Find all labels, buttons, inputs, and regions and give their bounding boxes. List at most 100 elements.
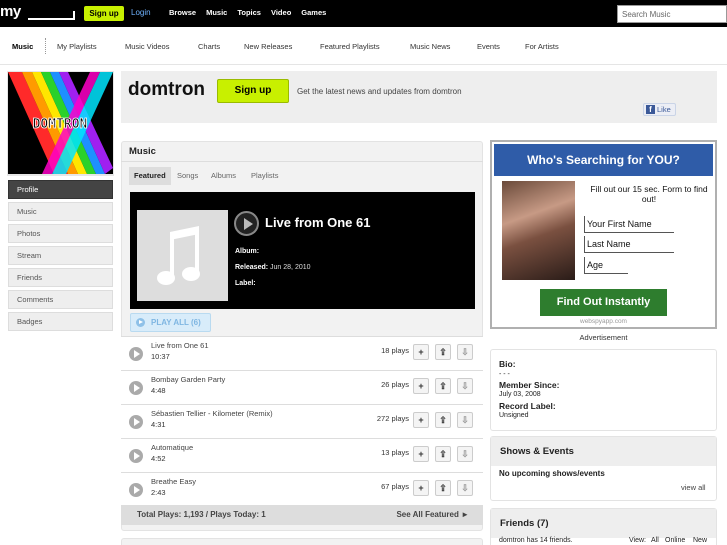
friends-view-new[interactable]: New — [693, 537, 707, 544]
logo-underline — [28, 18, 74, 20]
friends-title: Friends (7) — [491, 509, 716, 538]
add-to-playlist-icon[interactable]: + — [413, 344, 429, 360]
login-link[interactable]: Login — [131, 8, 151, 17]
like-label: Like — [657, 105, 671, 114]
ad-url: webspyapp.com — [580, 318, 627, 325]
friends-view-online[interactable]: Online — [665, 537, 685, 544]
download-icon[interactable]: ⇩ — [457, 480, 473, 496]
subnav-music-news[interactable]: Music News — [410, 42, 450, 51]
friends-view-all[interactable]: All — [651, 537, 659, 544]
track-title[interactable]: Sébastien Tellier - Kilometer (Remix) — [151, 409, 273, 418]
share-icon[interactable]: ⇪ — [435, 378, 451, 394]
tab-songs[interactable]: Songs — [177, 167, 198, 185]
play-icon[interactable] — [129, 483, 143, 497]
featured-record-label: Label: — [235, 280, 256, 287]
track-row[interactable]: Bombay Garden Party 4:48 26 plays + ⇪ ⇩ — [121, 370, 483, 404]
subnav-events[interactable]: Events — [477, 42, 500, 51]
track-title[interactable]: Automatique — [151, 443, 193, 452]
nav-music[interactable]: Music — [206, 8, 227, 17]
add-to-playlist-icon[interactable]: + — [413, 480, 429, 496]
download-icon[interactable]: ⇩ — [457, 378, 473, 394]
nav-browse[interactable]: Browse — [169, 8, 196, 17]
nav-topics[interactable]: Topics — [237, 8, 261, 17]
profile-image[interactable]: DOMTRON — [8, 72, 113, 174]
nav-games[interactable]: Games — [301, 8, 326, 17]
track-row[interactable]: Live from One 61 10:37 18 plays + ⇪ ⇩ — [121, 336, 483, 370]
ad-last-name-field[interactable]: Last Name — [584, 236, 674, 253]
shows-view-all-link[interactable]: view all — [681, 483, 706, 492]
side-item-profile[interactable]: Profile — [8, 180, 113, 199]
track-plays: 26 plays — [381, 380, 409, 389]
ad-headline[interactable]: Who's Searching for YOU? — [494, 144, 713, 176]
download-icon[interactable]: ⇩ — [457, 446, 473, 462]
track-title[interactable]: Live from One 61 — [151, 341, 209, 350]
tab-albums[interactable]: Albums — [211, 167, 236, 185]
side-item-stream[interactable]: Stream — [8, 246, 113, 265]
download-icon[interactable]: ⇩ — [457, 412, 473, 428]
search-input[interactable]: Search Music — [617, 5, 727, 23]
share-icon[interactable]: ⇪ — [435, 344, 451, 360]
shows-events-title: Shows & Events — [491, 437, 716, 466]
facebook-like-button[interactable]: f Like — [643, 103, 676, 116]
add-to-playlist-icon[interactable]: + — [413, 446, 429, 462]
ad-first-name-field[interactable]: Your First Name — [584, 216, 674, 233]
no-shows-message: No upcoming shows/events — [499, 469, 605, 478]
top-bar: my Sign up Login Browse Music Topics Vid… — [0, 0, 727, 27]
track-duration: 2:43 — [151, 488, 166, 497]
ad-cta-button[interactable]: Find Out Instantly — [540, 289, 667, 316]
side-item-friends[interactable]: Friends — [8, 268, 113, 287]
subnav-charts[interactable]: Charts — [198, 42, 220, 51]
bio-label: Bio: — [499, 359, 516, 369]
ad-body: Fill out our 15 sec. Form to find out! — [590, 184, 708, 204]
signup-button[interactable]: Sign up — [217, 79, 289, 103]
play-icon[interactable] — [129, 347, 143, 361]
ad-photo[interactable] — [502, 181, 575, 280]
signup-button-top[interactable]: Sign up — [84, 6, 124, 21]
featured-play-icon[interactable] — [234, 211, 259, 236]
subnav-my-playlists[interactable]: My Playlists — [57, 42, 97, 51]
featured-album: Album: — [235, 248, 259, 255]
add-to-playlist-icon[interactable]: + — [413, 378, 429, 394]
side-item-badges[interactable]: Badges — [8, 312, 113, 331]
side-item-photos[interactable]: Photos — [8, 224, 113, 243]
track-plays: 18 plays — [381, 346, 409, 355]
nav-video[interactable]: Video — [271, 8, 291, 17]
track-title[interactable]: Bombay Garden Party — [151, 375, 225, 384]
share-icon[interactable]: ⇪ — [435, 480, 451, 496]
music-subnav: Music My Playlists Music Videos Charts N… — [0, 27, 727, 65]
subnav-featured-playlists[interactable]: Featured Playlists — [320, 42, 380, 51]
track-row[interactable]: Breathe Easy 2:43 67 plays + ⇪ ⇩ — [121, 472, 483, 506]
see-all-featured-link[interactable]: See All Featured ► — [396, 510, 469, 519]
subnav-new-releases[interactable]: New Releases — [244, 42, 292, 51]
tab-playlists[interactable]: Playlists — [251, 167, 279, 185]
download-icon[interactable]: ⇩ — [457, 344, 473, 360]
share-icon[interactable]: ⇪ — [435, 446, 451, 462]
tab-featured[interactable]: Featured — [129, 167, 171, 185]
subnav-for-artists[interactable]: For Artists — [525, 42, 559, 51]
advertisement[interactable]: Who's Searching for YOU? Fill out our 15… — [490, 140, 717, 329]
side-item-music[interactable]: Music — [8, 202, 113, 221]
track-plays: 272 plays — [376, 414, 409, 423]
subnav-divider — [45, 38, 46, 54]
side-item-comments[interactable]: Comments — [8, 290, 113, 309]
logo-tick — [73, 11, 75, 20]
top-nav: Browse Music Topics Video Games — [169, 8, 326, 17]
record-label-value: Unsigned — [499, 412, 529, 419]
play-icon[interactable] — [129, 449, 143, 463]
myspace-logo[interactable]: my — [0, 3, 21, 20]
share-icon[interactable]: ⇪ — [435, 412, 451, 428]
record-label-label: Record Label: — [499, 401, 556, 411]
track-row[interactable]: Sébastien Tellier - Kilometer (Remix) 4:… — [121, 404, 483, 438]
track-row[interactable]: Automatique 4:52 13 plays + ⇪ ⇩ — [121, 438, 483, 472]
profile-image-text: DOMTRON — [33, 117, 88, 132]
featured-song-title[interactable]: Live from One 61 — [265, 215, 370, 230]
ad-age-field[interactable]: Age — [584, 257, 628, 274]
subnav-music[interactable]: Music — [12, 42, 33, 51]
subnav-music-videos[interactable]: Music Videos — [125, 42, 169, 51]
track-title[interactable]: Breathe Easy — [151, 477, 196, 486]
featured-album-art — [137, 210, 228, 301]
play-icon[interactable] — [129, 381, 143, 395]
track-duration: 4:48 — [151, 386, 166, 395]
play-icon[interactable] — [129, 415, 143, 429]
add-to-playlist-icon[interactable]: + — [413, 412, 429, 428]
